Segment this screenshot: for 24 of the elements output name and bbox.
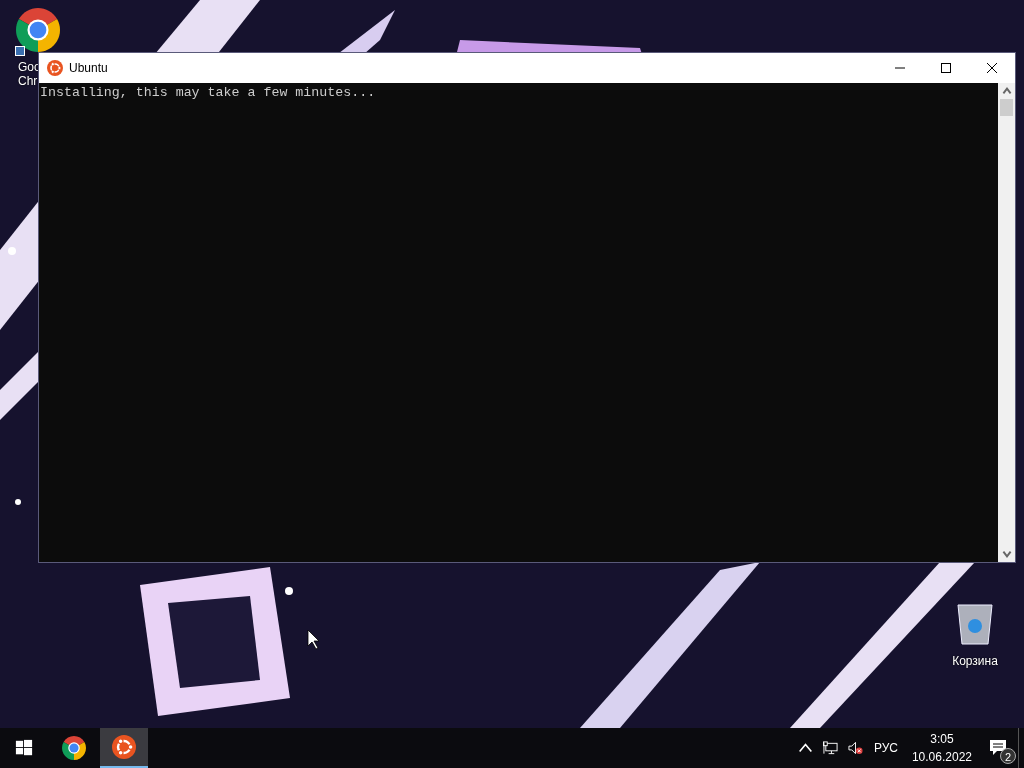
windows-logo-icon (15, 739, 33, 757)
clock-time[interactable]: 3:05 (930, 730, 954, 748)
close-icon (987, 63, 997, 73)
notifications-icon[interactable] (989, 739, 1007, 757)
chrome-icon (62, 736, 86, 760)
scroll-up-icon[interactable] (1000, 85, 1013, 97)
scrollbar-thumb[interactable] (1000, 99, 1013, 116)
desktop-icon-label[interactable]: Chr (18, 74, 38, 88)
notification-count-badge: 2 (1000, 748, 1016, 764)
maximize-icon (941, 63, 951, 73)
caret-up-icon[interactable] (797, 741, 813, 755)
taskbar-app-button[interactable] (100, 728, 148, 768)
chrome-icon[interactable] (16, 8, 60, 52)
console-output: Installing, this may take a few minutes... (40, 85, 377, 101)
clock-date[interactable]: 10.06.2022 (911, 748, 972, 766)
desktop-icon-label[interactable]: Корзина (952, 654, 998, 668)
ubuntu-icon (112, 735, 136, 759)
window-title: Ubuntu (69, 61, 108, 75)
network-icon[interactable] (822, 741, 838, 755)
volume-muted-icon[interactable] (847, 741, 863, 755)
scrollbar[interactable] (998, 83, 1015, 562)
scroll-down-icon[interactable] (1000, 548, 1013, 560)
ubuntu-icon (47, 60, 63, 76)
language-indicator[interactable]: РУС (873, 741, 898, 755)
